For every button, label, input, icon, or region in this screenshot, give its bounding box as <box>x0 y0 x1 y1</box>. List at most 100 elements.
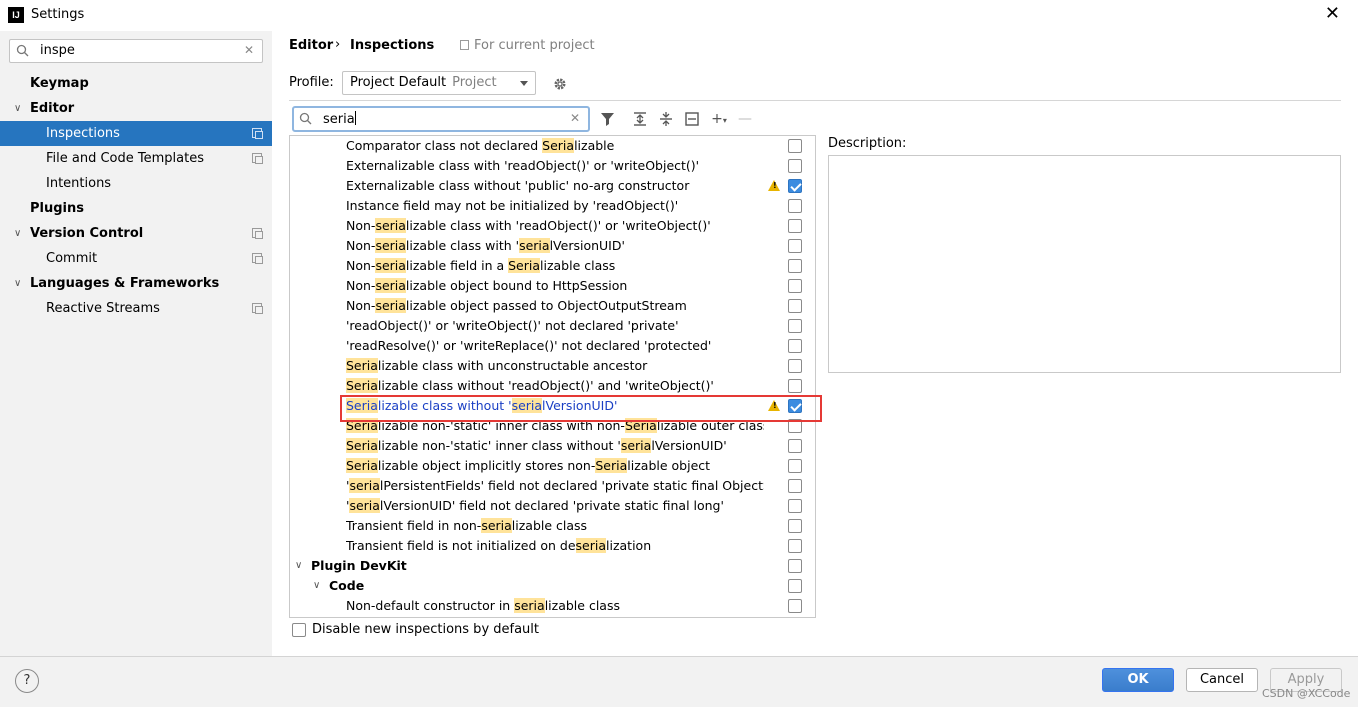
sidebar-item-editor[interactable]: ∨ Editor <box>0 96 272 121</box>
profile-dropdown[interactable]: Project Default Project <box>342 71 536 95</box>
inspection-text: Non- <box>346 258 376 273</box>
inspection-text: lizable non-'static' inner class without… <box>377 438 621 453</box>
inspection-row[interactable]: Non-default constructor in serializable … <box>290 596 815 616</box>
inspection-row[interactable]: Externalizable class with 'readObject()'… <box>290 156 815 176</box>
ok-button[interactable]: OK <box>1102 668 1174 692</box>
sidebar-item-reactive-streams[interactable]: Reactive Streams <box>0 296 272 321</box>
inspection-checkbox[interactable] <box>788 239 802 253</box>
inspection-checkbox[interactable] <box>788 559 802 573</box>
expand-chevron-icon[interactable]: ∨ <box>295 556 302 576</box>
inspection-row[interactable]: Non-serializable field in a Serializable… <box>290 256 815 276</box>
inspection-row[interactable]: Non-serializable class with 'readObject(… <box>290 216 815 236</box>
inspection-checkbox[interactable] <box>788 379 802 393</box>
inspection-row[interactable]: Transient field is not initialized on de… <box>290 536 815 556</box>
inspection-text: Non- <box>346 238 376 253</box>
inspection-row[interactable]: Instance field may not be initialized by… <box>290 196 815 216</box>
expand-chevron-icon[interactable]: ∨ <box>14 96 21 121</box>
inspection-row[interactable]: Transient field in non-serializable clas… <box>290 516 815 536</box>
inspection-text: lizable class with ' <box>405 238 520 253</box>
sidebar-item-label: Keymap <box>30 76 89 91</box>
inspection-checkbox[interactable] <box>788 499 802 513</box>
match-highlight: seria <box>375 218 406 233</box>
inspection-checkbox[interactable] <box>788 599 802 613</box>
disable-new-inspections-checkbox[interactable] <box>292 623 306 637</box>
add-icon[interactable]: +▾ <box>710 110 728 128</box>
sidebar-item-label: Editor <box>30 101 75 116</box>
expand-chevron-icon[interactable]: ∨ <box>14 271 21 296</box>
inspection-row[interactable]: 'readObject()' or 'writeObject()' not de… <box>290 316 815 336</box>
collapse-all-icon[interactable] <box>657 110 675 128</box>
inspection-row[interactable]: Serializable class with unconstructable … <box>290 356 815 376</box>
remove-icon[interactable]: — <box>736 110 754 128</box>
filter-icon[interactable] <box>599 110 617 128</box>
sidebar-item-intentions[interactable]: Intentions <box>0 171 272 196</box>
inspection-row[interactable]: Externalizable class without 'public' no… <box>290 176 815 196</box>
inspection-row[interactable]: Serializable object implicitly stores no… <box>290 456 815 476</box>
reset-icon[interactable] <box>683 110 701 128</box>
clear-search-icon[interactable]: ✕ <box>244 43 254 57</box>
inspection-row[interactable]: Comparator class not declared Serializab… <box>290 136 815 156</box>
inspection-checkbox[interactable] <box>788 279 802 293</box>
inspection-row[interactable]: Non-serializable class with 'serialVersi… <box>290 236 815 256</box>
cancel-button[interactable]: Cancel <box>1186 668 1258 692</box>
inspection-name: Non-serializable field in a Serializable… <box>346 256 764 276</box>
sidebar-item-commit[interactable]: Commit <box>0 246 272 271</box>
inspection-name: Non-serializable class with 'readObject(… <box>346 216 764 236</box>
profile-scope: Project <box>452 75 497 90</box>
chevron-down-icon <box>520 81 528 86</box>
expand-chevron-icon[interactable]: ∨ <box>313 576 320 596</box>
inspection-row[interactable]: 'serialPersistentFields' field not decla… <box>290 476 815 496</box>
sidebar-item-plugins[interactable]: Plugins <box>0 196 272 221</box>
inspection-row[interactable]: 'readResolve()' or 'writeReplace()' not … <box>290 336 815 356</box>
gear-icon[interactable] <box>552 76 568 92</box>
expand-chevron-icon[interactable]: ∨ <box>14 221 21 246</box>
inspection-checkbox[interactable] <box>788 359 802 373</box>
sidebar-item-label: Intentions <box>46 176 112 191</box>
match-highlight: Seria <box>508 258 541 273</box>
inspection-checkbox[interactable] <box>788 579 802 593</box>
match-highlight: Seria <box>346 358 378 373</box>
inspection-row[interactable]: Serializable non-'static' inner class wi… <box>290 436 815 456</box>
inspection-checkbox[interactable] <box>788 259 802 273</box>
inspection-checkbox[interactable] <box>788 139 802 153</box>
project-scope-icon <box>252 153 263 164</box>
sidebar-item-file-and-code-templates[interactable]: File and Code Templates <box>0 146 272 171</box>
clear-filter-icon[interactable]: ✕ <box>570 111 580 125</box>
inspection-checkbox[interactable] <box>788 439 802 453</box>
expand-all-icon[interactable] <box>631 110 649 128</box>
inspection-checkbox[interactable] <box>788 199 802 213</box>
inspection-checkbox[interactable] <box>788 319 802 333</box>
close-window-icon[interactable]: ✕ <box>1325 5 1340 23</box>
disable-new-inspections-label[interactable]: Disable new inspections by default <box>312 622 539 637</box>
sidebar-item-label: Commit <box>46 251 98 266</box>
inspection-checkbox[interactable] <box>788 299 802 313</box>
project-scope-icon <box>252 303 263 314</box>
inspection-checkbox[interactable] <box>788 219 802 233</box>
sidebar-item-keymap[interactable]: Keymap <box>0 71 272 96</box>
inspection-checkbox[interactable] <box>788 479 802 493</box>
inspection-checkbox[interactable] <box>788 539 802 553</box>
settings-sidebar: inspe ✕ Keymap ∨ Editor Inspections File … <box>0 31 272 656</box>
inspection-row[interactable]: Non-serializable object passed to Object… <box>290 296 815 316</box>
tree-group-row[interactable]: ∨ Plugin DevKit <box>290 556 815 576</box>
inspection-checkbox[interactable] <box>788 459 802 473</box>
sidebar-item-languages-frameworks[interactable]: ∨ Languages & Frameworks <box>0 271 272 296</box>
inspection-checkbox[interactable] <box>788 159 802 173</box>
help-button[interactable]: ? <box>15 669 39 693</box>
tree-group-row[interactable]: ∨ Code <box>290 576 815 596</box>
inspection-filter-input[interactable]: seria ✕ <box>292 106 590 132</box>
inspection-checkbox[interactable] <box>788 519 802 533</box>
settings-search-input[interactable]: inspe ✕ <box>9 39 263 63</box>
inspection-row[interactable]: 'serialVersionUID' field not declared 'p… <box>290 496 815 516</box>
inspection-text: lizable class with 'readObject()' or 'wr… <box>405 218 711 233</box>
inspection-name: Non-serializable object passed to Object… <box>346 296 764 316</box>
inspection-row[interactable]: Non-serializable object bound to HttpSes… <box>290 276 815 296</box>
inspection-checkbox[interactable] <box>788 339 802 353</box>
inspection-text: lPersistentFields' field not declared 'p… <box>379 478 764 493</box>
inspection-checkbox[interactable] <box>788 179 802 193</box>
breadcrumb-editor[interactable]: Editor <box>289 38 333 53</box>
sidebar-item-inspections[interactable]: Inspections <box>0 121 272 146</box>
inspection-text: lVersionUID' <box>651 438 727 453</box>
sidebar-item-version-control[interactable]: ∨ Version Control <box>0 221 272 246</box>
inspection-row[interactable]: Serializable class without 'readObject()… <box>290 376 815 396</box>
